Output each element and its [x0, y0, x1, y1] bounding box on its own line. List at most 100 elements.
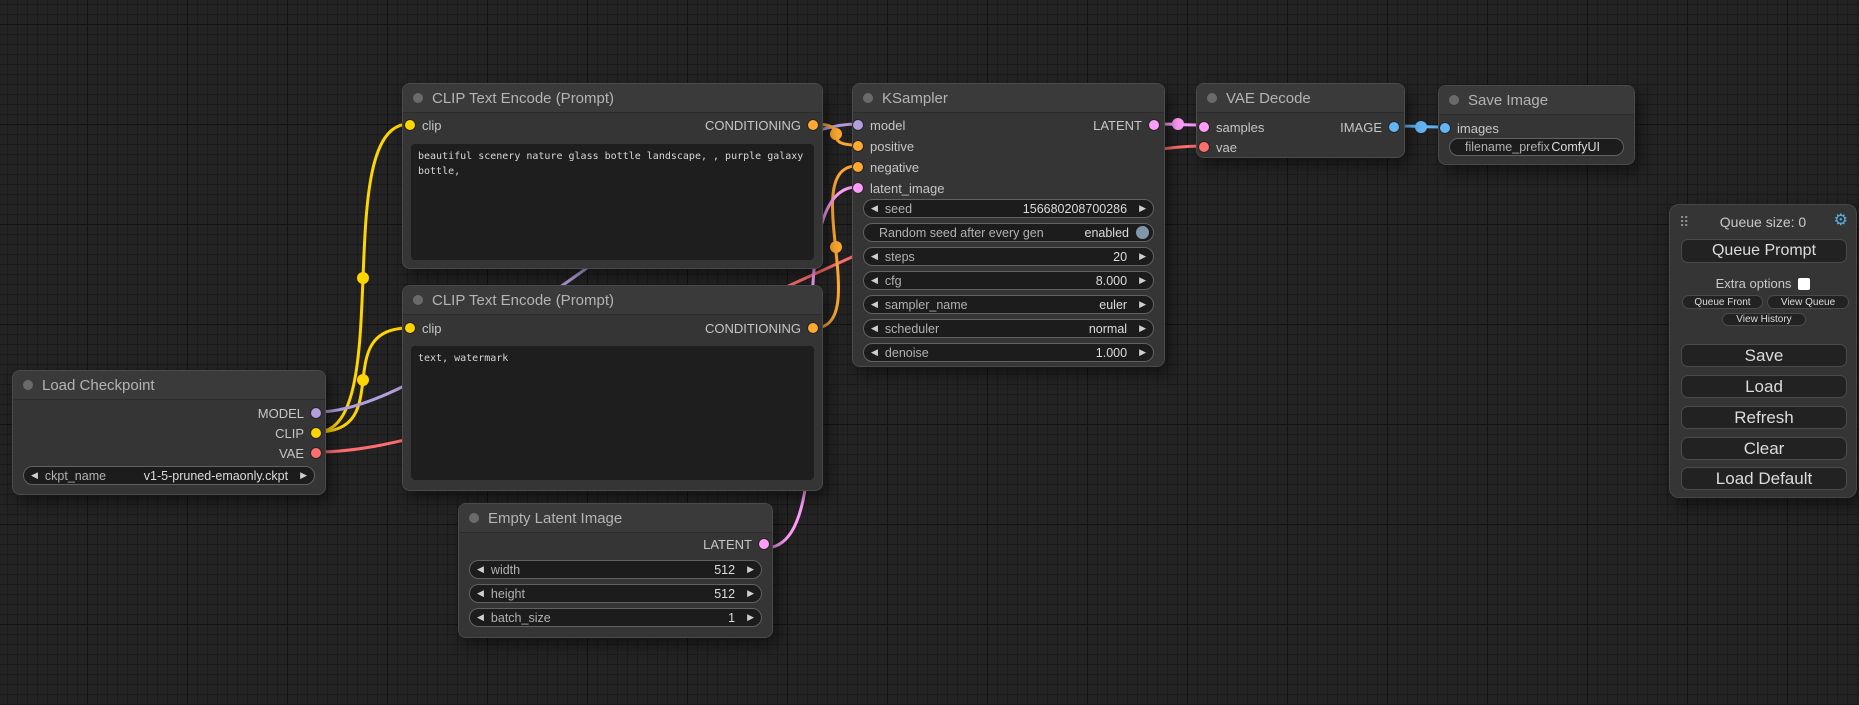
extra-options-checkbox[interactable]	[1798, 278, 1810, 290]
widget-steps[interactable]: ◀ steps 20 ▶	[863, 247, 1154, 266]
widget-cfg[interactable]: ◀ cfg 8.000 ▶	[863, 271, 1154, 290]
collapse-dot-icon[interactable]	[413, 295, 423, 305]
view-queue-button[interactable]: View Queue	[1767, 295, 1849, 309]
node-ksampler[interactable]: KSampler model LATENT positive negative …	[852, 83, 1165, 367]
decrement-arrow-icon[interactable]: ◀	[871, 348, 878, 357]
input-port-negative[interactable]	[853, 162, 863, 172]
increment-arrow-icon[interactable]: ▶	[747, 565, 754, 574]
collapse-dot-icon[interactable]	[1207, 93, 1217, 103]
load-default-button[interactable]: Load Default	[1681, 467, 1847, 490]
widget-seed[interactable]: ◀ seed 156680208700286 ▶	[863, 199, 1154, 218]
widget-sampler-name[interactable]: ◀ sampler_name euler ▶	[863, 295, 1154, 314]
extra-options-row: Extra options	[1670, 276, 1856, 291]
node-clip-text-encode-negative[interactable]: CLIP Text Encode (Prompt) clip CONDITION…	[402, 285, 823, 491]
output-port-vae[interactable]	[311, 448, 321, 458]
link-midpoint-dot	[1172, 118, 1184, 130]
decrement-arrow-icon[interactable]: ◀	[31, 471, 38, 480]
input-port-images[interactable]	[1440, 123, 1450, 133]
node-title-bar[interactable]: Save Image	[1439, 86, 1634, 115]
increment-arrow-icon[interactable]: ▶	[1139, 300, 1146, 309]
output-port-conditioning[interactable]	[808, 120, 818, 130]
port-row: images	[1439, 118, 1634, 138]
decrement-arrow-icon[interactable]: ◀	[871, 324, 878, 333]
node-title-bar[interactable]: VAE Decode	[1197, 84, 1404, 113]
widget-label: ckpt_name	[45, 469, 106, 483]
node-clip-text-encode-positive[interactable]: CLIP Text Encode (Prompt) clip CONDITION…	[402, 83, 823, 269]
node-title-bar[interactable]: Empty Latent Image	[459, 504, 772, 533]
queue-front-button[interactable]: Queue Front	[1682, 295, 1763, 309]
collapse-dot-icon[interactable]	[1449, 95, 1459, 105]
view-history-button[interactable]: View History	[1722, 313, 1806, 326]
increment-arrow-icon[interactable]: ▶	[1139, 252, 1146, 261]
node-title-bar[interactable]: Load Checkpoint	[13, 371, 325, 400]
decrement-arrow-icon[interactable]: ◀	[871, 276, 878, 285]
node-title: VAE Decode	[1226, 90, 1311, 107]
output-row: LATENT	[459, 534, 772, 554]
link-midpoint-dot	[830, 128, 842, 140]
widget-filename-prefix[interactable]: filename_prefix ComfyUI	[1449, 138, 1624, 156]
node-title-bar[interactable]: CLIP Text Encode (Prompt)	[403, 286, 822, 315]
collapse-dot-icon[interactable]	[413, 93, 423, 103]
node-title-bar[interactable]: CLIP Text Encode (Prompt)	[403, 84, 822, 113]
node-vae-decode[interactable]: VAE Decode samples IMAGE vae	[1196, 83, 1405, 158]
prompt-textarea[interactable]: beautiful scenery nature glass bottle la…	[411, 144, 814, 260]
collapse-dot-icon[interactable]	[863, 93, 873, 103]
link-midpoint-dot	[357, 272, 369, 284]
widget-height[interactable]: ◀ height 512 ▶	[469, 584, 762, 603]
output-port-latent[interactable]	[1149, 120, 1159, 130]
gear-icon[interactable]: ⚙	[1834, 213, 1848, 229]
node-title: CLIP Text Encode (Prompt)	[432, 90, 614, 107]
increment-arrow-icon[interactable]: ▶	[1139, 204, 1146, 213]
decrement-arrow-icon[interactable]: ◀	[871, 300, 878, 309]
decrement-arrow-icon[interactable]: ◀	[477, 589, 484, 598]
save-button[interactable]: Save	[1681, 344, 1847, 367]
load-button[interactable]: Load	[1681, 375, 1847, 398]
widget-ckpt-name[interactable]: ◀ ckpt_name v1-5-pruned-emaonly.ckpt ▶	[23, 466, 315, 485]
node-load-checkpoint[interactable]: Load Checkpoint MODEL CLIP VAE ◀ ckpt_na…	[12, 370, 326, 495]
widget-width[interactable]: ◀ width 512 ▶	[469, 560, 762, 579]
node-title: Load Checkpoint	[42, 377, 155, 394]
input-port-positive[interactable]	[853, 141, 863, 151]
decrement-arrow-icon[interactable]: ◀	[477, 565, 484, 574]
increment-arrow-icon[interactable]: ▶	[1139, 324, 1146, 333]
output-port-image[interactable]	[1389, 122, 1399, 132]
port-row: latent_image	[853, 178, 1164, 198]
prompt-textarea[interactable]: text, watermark	[411, 346, 814, 480]
collapse-dot-icon[interactable]	[469, 513, 479, 523]
input-port-vae[interactable]	[1199, 142, 1209, 152]
increment-arrow-icon[interactable]: ▶	[1139, 276, 1146, 285]
decrement-arrow-icon[interactable]: ◀	[477, 613, 484, 622]
collapse-dot-icon[interactable]	[23, 380, 33, 390]
output-port-conditioning[interactable]	[808, 323, 818, 333]
widget-scheduler[interactable]: ◀ scheduler normal ▶	[863, 319, 1154, 338]
port-row: negative	[853, 157, 1164, 177]
output-row: MODEL	[13, 403, 325, 423]
widget-random-seed-toggle[interactable]: Random seed after every gen enabled	[863, 223, 1154, 242]
widget-denoise[interactable]: ◀ denoise 1.000 ▶	[863, 343, 1154, 362]
toggle-knob-icon[interactable]	[1136, 226, 1149, 239]
increment-arrow-icon[interactable]: ▶	[1139, 348, 1146, 357]
output-row: CONDITIONING	[403, 318, 822, 338]
increment-arrow-icon[interactable]: ▶	[747, 613, 754, 622]
extra-options-label: Extra options	[1716, 276, 1792, 291]
decrement-arrow-icon[interactable]: ◀	[871, 204, 878, 213]
link-midpoint-dot	[1415, 121, 1427, 133]
refresh-button[interactable]: Refresh	[1681, 406, 1847, 429]
queue-panel: ⠿ Queue size: 0 ⚙ Queue Prompt Extra opt…	[1669, 204, 1857, 498]
output-port-latent[interactable]	[759, 539, 769, 549]
decrement-arrow-icon[interactable]: ◀	[871, 252, 878, 261]
widget-batch-size[interactable]: ◀ batch_size 1 ▶	[469, 608, 762, 627]
increment-arrow-icon[interactable]: ▶	[747, 589, 754, 598]
node-empty-latent-image[interactable]: Empty Latent Image LATENT ◀ width 512 ▶ …	[458, 503, 773, 638]
port-row: vae	[1197, 137, 1404, 157]
node-save-image[interactable]: Save Image images filename_prefix ComfyU…	[1438, 85, 1635, 165]
link-midpoint-dot	[830, 241, 842, 253]
output-port-clip[interactable]	[311, 428, 321, 438]
increment-arrow-icon[interactable]: ▶	[300, 471, 307, 480]
node-title-bar[interactable]: KSampler	[853, 84, 1164, 113]
output-row: VAE	[13, 443, 325, 463]
clear-button[interactable]: Clear	[1681, 437, 1847, 460]
input-port-latent-image[interactable]	[853, 183, 863, 193]
queue-prompt-button[interactable]: Queue Prompt	[1681, 239, 1847, 263]
output-port-model[interactable]	[311, 408, 321, 418]
